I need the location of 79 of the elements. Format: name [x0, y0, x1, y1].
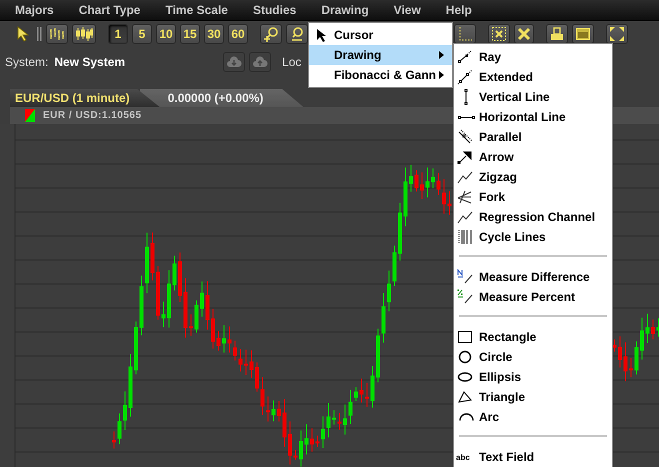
menu-bar-item[interactable]: Studies — [252, 3, 296, 17]
menu-item[interactable]: Horizontal Line — [454, 107, 612, 127]
parallel-lines-icon — [457, 129, 475, 145]
upload-button[interactable] — [249, 52, 272, 72]
time-scale-button[interactable]: 5 — [132, 24, 152, 44]
menu-item[interactable]: Triangle — [454, 387, 612, 407]
menu-item[interactable]: Ellipsis — [454, 367, 612, 387]
crosshair-button[interactable] — [454, 24, 476, 44]
vertical-line-icon — [464, 89, 468, 105]
menu-item[interactable]: Circle — [454, 347, 612, 367]
menu-item[interactable]: Regression Channel — [454, 207, 612, 227]
menu-item[interactable]: Fork — [454, 187, 612, 207]
menu-bar-item[interactable]: Drawing — [321, 3, 369, 17]
pointer-icon[interactable] — [17, 26, 31, 42]
candlestick-icon — [75, 27, 93, 41]
menu-item[interactable]: Ray — [454, 47, 612, 67]
time-scale-button[interactable]: 10 — [156, 24, 176, 44]
time-scale-button[interactable]: 30 — [204, 24, 224, 44]
window-icon — [575, 26, 591, 42]
dotted-x-icon — [491, 26, 507, 42]
menu-bar-item[interactable]: Majors — [15, 3, 54, 17]
candlestick-chart-button[interactable] — [72, 24, 96, 44]
measure-difference-icon — [457, 269, 475, 285]
toolbar-grip-icon — [37, 27, 42, 41]
lock-label: Loc — [282, 55, 302, 69]
download-button[interactable] — [223, 52, 246, 72]
system-name: New System — [54, 55, 126, 69]
time-scale-button[interactable]: 60 — [228, 24, 248, 44]
text-icon: abc — [456, 452, 472, 462]
cloud-download-icon — [226, 55, 242, 69]
symbol-price: EUR / USD:1.10565 — [43, 110, 142, 121]
triangle-icon — [457, 389, 475, 405]
cloud-upload-icon — [252, 55, 268, 69]
printer-icon — [549, 26, 565, 42]
menu-item[interactable]: Vertical Line — [454, 87, 612, 107]
menu-item[interactable]: Arrow — [454, 147, 612, 167]
horizontal-line-icon — [458, 116, 474, 118]
zoom-in-button[interactable] — [260, 24, 282, 44]
time-scale-button[interactable]: 1 — [108, 24, 128, 44]
menu-item[interactable]: Cursor — [309, 25, 452, 45]
menu-item[interactable]: Zigzag — [454, 167, 612, 187]
menu-item[interactable]: Measure Percent — [454, 287, 612, 307]
arc-icon — [458, 413, 474, 421]
rectangle-icon — [457, 329, 475, 345]
print-button[interactable] — [546, 24, 568, 44]
zoom-in-icon — [263, 26, 279, 42]
zoom-out-button[interactable] — [286, 24, 308, 44]
zigzag-icon — [457, 169, 475, 185]
menu-item[interactable]: abc Text Field — [454, 447, 612, 467]
extended-line-icon — [457, 69, 475, 85]
dotted-corner-icon — [457, 26, 473, 42]
menu-item[interactable]: Parallel — [454, 127, 612, 147]
menu-bar-item[interactable]: Time Scale — [165, 3, 228, 17]
menu-item[interactable]: Rectangle — [454, 327, 612, 347]
menu-item[interactable]: Arc — [454, 407, 612, 427]
menu-bar-item[interactable]: View — [394, 3, 421, 17]
window-button[interactable] — [572, 24, 594, 44]
bar-chart-icon — [49, 27, 65, 41]
menu-item[interactable]: Fibonacci & Gann — [309, 65, 452, 85]
menu-item[interactable]: Extended — [454, 67, 612, 87]
cursor-icon — [316, 28, 328, 42]
fullscreen-button[interactable] — [606, 24, 628, 44]
time-scale-button[interactable]: 15 — [180, 24, 200, 44]
measure-percent-icon — [457, 289, 475, 305]
zoom-out-icon — [289, 26, 305, 42]
delete-selected-button[interactable] — [488, 24, 510, 44]
fullscreen-icon — [609, 26, 625, 42]
system-label: System: — [5, 55, 48, 69]
menu-bar-item[interactable]: Help — [446, 3, 472, 17]
menu-item[interactable]: Drawing — [309, 45, 452, 65]
close-icon — [517, 27, 531, 41]
menu-bar-item[interactable]: Chart Type — [78, 3, 140, 17]
up-down-icon — [25, 109, 35, 122]
bar-chart-button[interactable] — [46, 24, 68, 44]
regression-channel-icon — [457, 209, 475, 225]
menu-item[interactable]: Measure Difference — [454, 267, 612, 287]
chart-tab[interactable]: EUR/USD (1 minute) — [10, 89, 160, 107]
menu-item[interactable]: Cycle Lines — [454, 227, 612, 247]
delete-all-button[interactable] — [514, 24, 534, 44]
